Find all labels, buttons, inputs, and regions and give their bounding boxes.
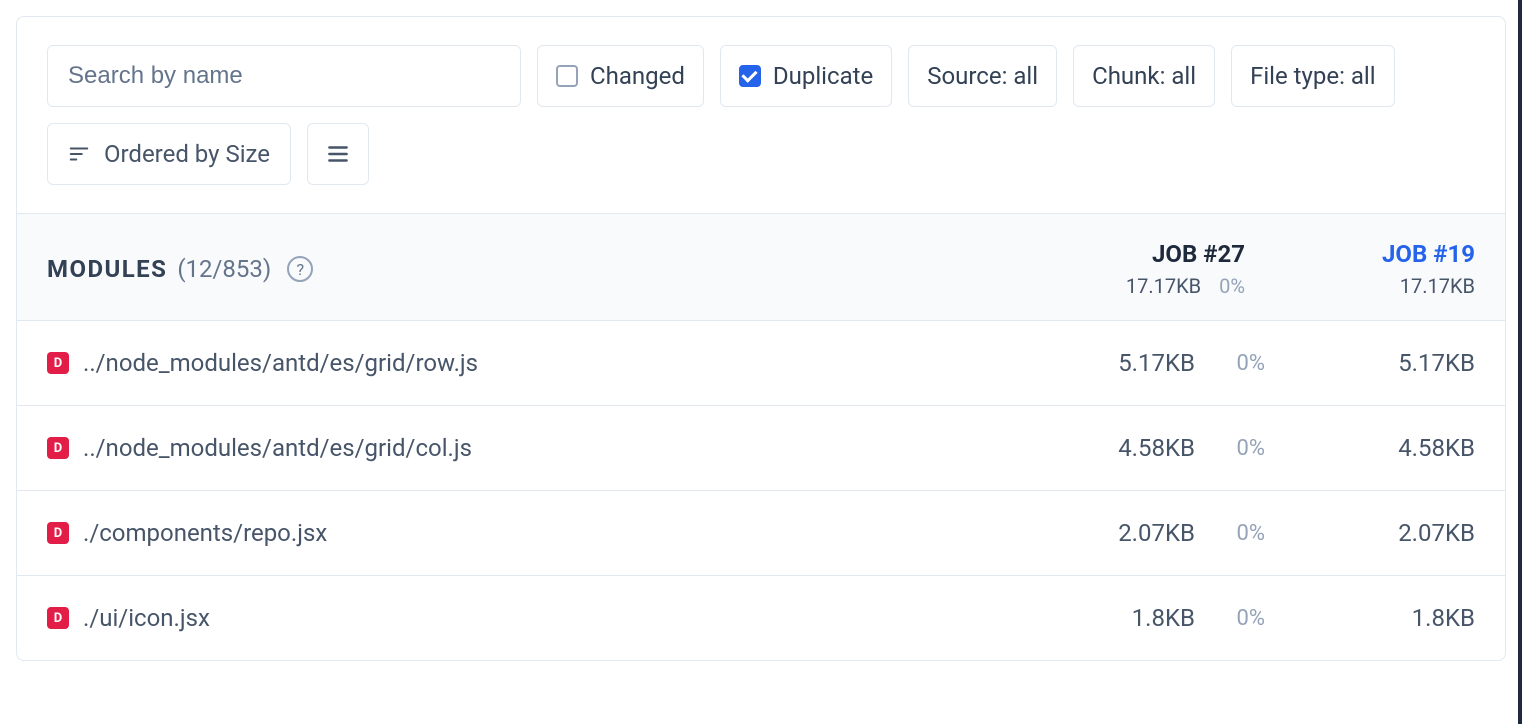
size-2: 4.58KB: [1265, 434, 1475, 462]
module-path: ../node_modules/antd/es/grid/row.js: [83, 349, 478, 377]
modules-title: MODULES: [47, 255, 167, 283]
table-body: D ../node_modules/antd/es/grid/row.js 5.…: [17, 321, 1505, 660]
job-title-1[interactable]: JOB #27: [1069, 240, 1245, 268]
size-1: 2.07KB: [1045, 519, 1195, 547]
delta: 0%: [1195, 436, 1265, 461]
sort-label: Ordered by Size: [104, 140, 270, 168]
table-header: MODULES (12/853) ? JOB #27 17.17KB 0% JO…: [17, 213, 1505, 321]
filter-changed[interactable]: Changed: [537, 45, 704, 107]
checkbox-icon: [556, 65, 578, 87]
delta: 0%: [1195, 351, 1265, 376]
job-col-2: JOB #19 17.17KB: [1245, 240, 1475, 298]
filter-source-label: Source: all: [927, 62, 1038, 90]
duplicate-badge-icon: D: [47, 607, 69, 629]
module-path: ../node_modules/antd/es/grid/col.js: [83, 434, 472, 462]
filter-chunk-label: Chunk: all: [1092, 62, 1196, 90]
duplicate-badge-icon: D: [47, 522, 69, 544]
toolbar: Changed Duplicate Source: all Chunk: all…: [17, 17, 1505, 213]
modules-count: (12/853): [177, 255, 271, 283]
filter-duplicate[interactable]: Duplicate: [720, 45, 892, 107]
checkbox-checked-icon: [739, 65, 761, 87]
job-title-2[interactable]: JOB #19: [1269, 240, 1475, 268]
job-delta-1: 0%: [1219, 274, 1245, 298]
job-size-1: 17.17KB: [1126, 274, 1201, 298]
duplicate-badge-icon: D: [47, 352, 69, 374]
sort-button[interactable]: Ordered by Size: [47, 123, 291, 185]
module-path: ./components/repo.jsx: [83, 519, 327, 547]
table-row[interactable]: D ../node_modules/antd/es/grid/row.js 5.…: [17, 321, 1505, 406]
scrollbar-track[interactable]: [1518, 0, 1522, 724]
filter-changed-label: Changed: [590, 62, 685, 90]
menu-button[interactable]: [307, 123, 369, 185]
size-2: 5.17KB: [1265, 349, 1475, 377]
size-2: 2.07KB: [1265, 519, 1475, 547]
table-row[interactable]: D ./components/repo.jsx 2.07KB 0% 2.07KB: [17, 491, 1505, 576]
sort-icon: [68, 143, 90, 165]
help-icon[interactable]: ?: [287, 256, 313, 282]
filter-source[interactable]: Source: all: [908, 45, 1057, 107]
modules-panel: Changed Duplicate Source: all Chunk: all…: [16, 16, 1506, 661]
table-row[interactable]: D ../node_modules/antd/es/grid/col.js 4.…: [17, 406, 1505, 491]
table-row[interactable]: D ./ui/icon.jsx 1.8KB 0% 1.8KB: [17, 576, 1505, 660]
job-col-1: JOB #27 17.17KB 0%: [1045, 240, 1245, 298]
job-size-2: 17.17KB: [1400, 274, 1475, 298]
filter-duplicate-label: Duplicate: [773, 62, 873, 90]
filter-filetype[interactable]: File type: all: [1231, 45, 1395, 107]
delta: 0%: [1195, 521, 1265, 546]
filter-filetype-label: File type: all: [1250, 62, 1376, 90]
filter-chunk[interactable]: Chunk: all: [1073, 45, 1215, 107]
module-path: ./ui/icon.jsx: [83, 604, 210, 632]
delta: 0%: [1195, 606, 1265, 631]
size-2: 1.8KB: [1265, 604, 1475, 632]
hamburger-icon: [325, 141, 351, 167]
size-1: 5.17KB: [1045, 349, 1195, 377]
duplicate-badge-icon: D: [47, 437, 69, 459]
size-1: 1.8KB: [1045, 604, 1195, 632]
search-input[interactable]: [47, 45, 521, 107]
size-1: 4.58KB: [1045, 434, 1195, 462]
